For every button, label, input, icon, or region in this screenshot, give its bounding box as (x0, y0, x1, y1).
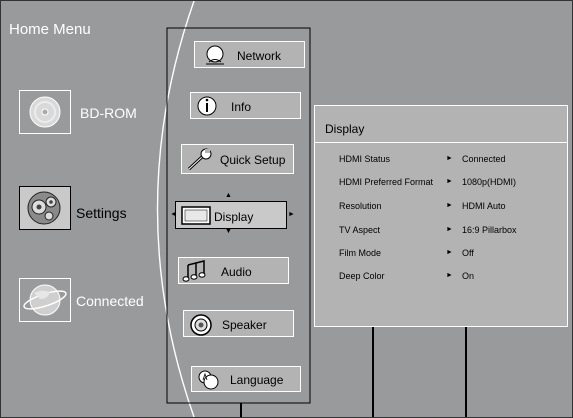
source-bd-rom[interactable] (19, 90, 71, 134)
panel-divider (315, 142, 567, 143)
arrow-icon: ► (446, 178, 453, 185)
gears-icon (27, 191, 61, 225)
menu-item-audio-label: Audio (221, 265, 252, 279)
setting-value: Off (462, 248, 474, 258)
setting-value: HDMI Auto (462, 201, 506, 211)
menu-item-display-label: Display (214, 210, 254, 224)
setting-label: Film Mode (339, 248, 382, 258)
source-settings[interactable] (19, 186, 71, 230)
menu-item-network[interactable]: Network (194, 41, 305, 68)
arrow-icon: ► (446, 155, 453, 162)
setting-row[interactable]: Film Mode ► Off (315, 248, 567, 264)
setting-value: 16:9 Pillarbox (462, 225, 517, 235)
setting-value: 1080p(HDMI) (462, 177, 517, 187)
setting-row[interactable]: TV Aspect ► 16:9 Pillarbox (315, 225, 567, 241)
setting-label: HDMI Preferred Format (339, 177, 434, 187)
arrow-icon: ► (446, 226, 453, 233)
source-connected-label: Connected (76, 293, 144, 309)
source-bd-rom-label: BD-ROM (80, 105, 137, 121)
arrow-icon: ► (446, 272, 453, 279)
setting-label: Resolution (339, 201, 382, 211)
network-icon (206, 45, 224, 65)
arrow-icon: ► (446, 249, 453, 256)
wrench-icon (187, 148, 212, 171)
menu-item-speaker-label: Speaker (222, 318, 267, 332)
menu-item-speaker[interactable]: Speaker (183, 310, 294, 337)
home-menu-screen: Home Menu BD-ROM Settings Connected Netw… (0, 0, 573, 418)
display-info-panel: Display HDMI Status ► Connected HDMI Pre… (314, 105, 568, 327)
source-settings-label: Settings (76, 205, 127, 221)
setting-value: Connected (462, 154, 506, 164)
nav-up-arrow: ▲ (225, 192, 232, 199)
menu-item-audio[interactable]: Audio (178, 257, 289, 284)
music-notes-icon (182, 260, 206, 282)
menu-item-language-label: Language (230, 373, 284, 387)
disc-icon (29, 96, 61, 128)
menu-item-network-label: Network (237, 49, 282, 63)
setting-row[interactable]: HDMI Preferred Format ► 1080p(HDMI) (315, 177, 567, 193)
menu-item-display[interactable]: Display (175, 201, 287, 229)
setting-label: Deep Color (339, 271, 385, 281)
menu-item-quick-setup-label: Quick Setup (220, 153, 286, 167)
setting-row[interactable]: Deep Color ► On (315, 271, 567, 287)
nav-right-arrow: ► (288, 211, 295, 218)
source-connected[interactable] (19, 278, 71, 322)
arrow-icon: ► (446, 202, 453, 209)
setting-label: HDMI Status (339, 154, 391, 164)
setting-row[interactable]: Resolution ► HDMI Auto (315, 201, 567, 217)
nav-left-arrow: ◄ (170, 211, 177, 218)
menu-item-language[interactable]: Language (191, 366, 301, 392)
globe-icon (23, 284, 67, 316)
menu-item-info-label: Info (231, 100, 252, 114)
setting-label: TV Aspect (339, 225, 381, 235)
setting-row[interactable]: HDMI Status ► Connected (315, 154, 567, 170)
speaker-icon (190, 314, 212, 336)
menu-item-quick-setup[interactable]: Quick Setup (181, 144, 294, 174)
language-icon (198, 370, 219, 390)
page-title: Home Menu (9, 21, 91, 38)
panel-title: Display (325, 122, 365, 136)
monitor-icon (181, 206, 211, 225)
nav-down-arrow: ▼ (225, 228, 232, 235)
menu-item-info[interactable]: Info (190, 92, 301, 119)
setting-value: On (462, 271, 475, 281)
info-icon (197, 96, 217, 116)
